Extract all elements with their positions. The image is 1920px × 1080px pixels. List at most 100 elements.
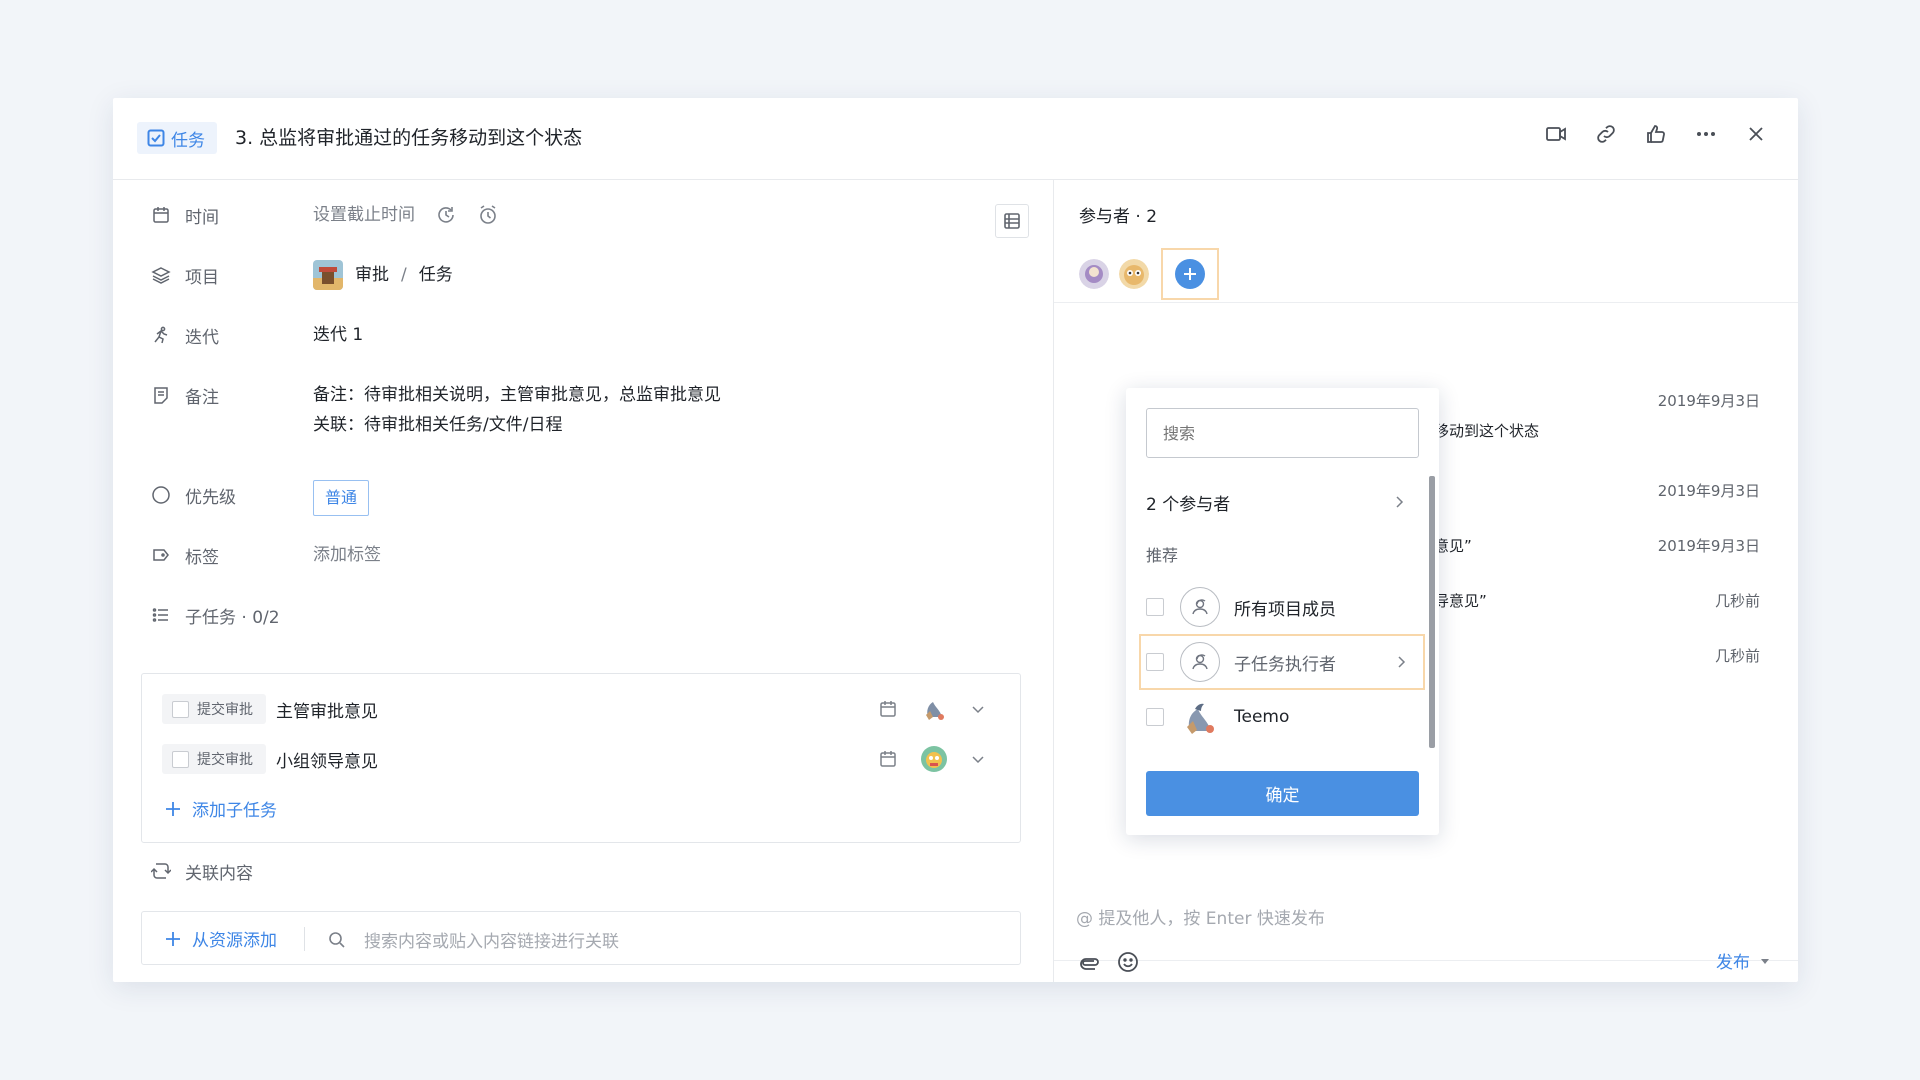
calendar-icon[interactable] bbox=[878, 699, 898, 719]
more-icon[interactable] bbox=[1694, 122, 1718, 146]
link-icon[interactable] bbox=[1594, 122, 1618, 146]
video-icon[interactable] bbox=[1544, 122, 1568, 146]
field-time-label: 时间 bbox=[185, 207, 219, 228]
option-name: Teemo bbox=[1234, 707, 1290, 727]
time-value-group: 设置截止时间 bbox=[313, 200, 499, 230]
add-from-resource-button[interactable]: 从资源添加 bbox=[164, 926, 277, 951]
field-subtasks-label: 子任务 · 0/2 bbox=[185, 607, 280, 628]
task-checkbox-icon bbox=[147, 129, 165, 147]
activity-date: 2019年9月3日 bbox=[1657, 482, 1760, 500]
attachment-icon[interactable] bbox=[1078, 950, 1102, 974]
chevron-right-icon[interactable] bbox=[1394, 655, 1408, 669]
project-list-link[interactable]: 任务 bbox=[419, 260, 453, 290]
caret-down-icon[interactable] bbox=[1760, 956, 1770, 966]
resource-search-input[interactable]: 搜索内容或贴入内容链接进行关联 bbox=[328, 927, 619, 952]
tag-icon bbox=[151, 545, 171, 565]
subtask-name[interactable]: 小组领导意见 bbox=[276, 747, 378, 772]
search-icon bbox=[328, 931, 346, 949]
set-deadline-button[interactable]: 设置截止时间 bbox=[313, 200, 415, 230]
field-project-label: 项目 bbox=[185, 267, 219, 288]
resource-search-placeholder: 搜索内容或贴入内容链接进行关联 bbox=[364, 932, 619, 952]
add-participant-highlight bbox=[1161, 248, 1219, 300]
project-name-link[interactable]: 审批 bbox=[355, 260, 389, 290]
confirm-button[interactable]: 确定 bbox=[1146, 771, 1419, 816]
layout-toggle-button[interactable] bbox=[995, 204, 1029, 238]
activity-text: 移动到这个状态 bbox=[1434, 422, 1540, 440]
participant-search-input[interactable] bbox=[1146, 408, 1419, 458]
note-value[interactable]: 备注：待审批相关说明，主管审批意见，总监审批意见 关联：待审批相关任务/文件/日… bbox=[313, 380, 721, 440]
related-icon bbox=[151, 861, 171, 881]
divider bbox=[1054, 302, 1798, 303]
plus-icon bbox=[164, 800, 182, 818]
field-subtasks: 子任务 · 0/2 bbox=[151, 600, 315, 630]
priority-tag[interactable]: 普通 bbox=[313, 480, 370, 516]
participant-avatar[interactable] bbox=[1119, 259, 1149, 289]
field-priority-label: 优先级 bbox=[185, 487, 236, 508]
list-icon bbox=[151, 605, 171, 625]
field-note: 备注 bbox=[151, 380, 315, 410]
field-time: 时间 bbox=[151, 200, 315, 230]
task-title[interactable]: 3. 总监将审批通过的任务移动到这个状态 bbox=[235, 124, 582, 152]
participant-avatars bbox=[1079, 248, 1219, 300]
activity-date: 2019年9月3日 bbox=[1657, 392, 1760, 410]
subtask-actions bbox=[878, 695, 986, 723]
thumbs-up-icon[interactable] bbox=[1644, 122, 1668, 146]
subtask-actions bbox=[878, 745, 986, 773]
option-user[interactable]: Teemo bbox=[1146, 696, 1408, 738]
chevron-right-icon bbox=[1392, 495, 1406, 509]
activity-text: 导意见” bbox=[1434, 592, 1487, 610]
subtask-checkbox[interactable] bbox=[172, 750, 189, 768]
subtask-checkbox[interactable] bbox=[172, 700, 189, 718]
publish-button[interactable]: 发布 bbox=[1716, 948, 1770, 973]
alarm-icon[interactable] bbox=[477, 204, 499, 226]
option-checkbox[interactable] bbox=[1146, 598, 1164, 616]
participant-avatar[interactable] bbox=[1079, 259, 1109, 289]
divider bbox=[304, 927, 305, 951]
resource-bar: 从资源添加 搜索内容或贴入内容链接进行关联 bbox=[141, 911, 1021, 965]
chevron-down-icon[interactable] bbox=[970, 701, 986, 717]
close-icon[interactable] bbox=[1744, 122, 1768, 146]
dialog-header: 任务 3. 总监将审批通过的任务移动到这个状态 bbox=[113, 98, 1798, 180]
emoji-icon[interactable] bbox=[1116, 950, 1140, 974]
subtask-name[interactable]: 主管审批意见 bbox=[276, 697, 378, 722]
field-note-label: 备注 bbox=[185, 387, 219, 408]
assignee-avatar[interactable] bbox=[920, 695, 948, 723]
circle-icon bbox=[151, 485, 171, 505]
comment-input[interactable]: @ 提及他人，按 Enter 快速发布 bbox=[1076, 904, 1325, 929]
field-related-label: 关联内容 bbox=[185, 863, 253, 884]
option-name: 所有项目成员 bbox=[1234, 599, 1336, 620]
group-icon bbox=[1180, 642, 1220, 682]
popover-scrollbar[interactable] bbox=[1429, 476, 1435, 748]
field-tag: 标签 bbox=[151, 540, 315, 570]
option-subtask-assignees[interactable]: 子任务执行者 bbox=[1146, 641, 1408, 683]
repeat-icon[interactable] bbox=[435, 204, 457, 226]
option-checkbox[interactable] bbox=[1146, 653, 1164, 671]
add-tag-button[interactable]: 添加标签 bbox=[313, 540, 381, 570]
option-checkbox[interactable] bbox=[1146, 708, 1164, 726]
option-all-members[interactable]: 所有项目成员 bbox=[1146, 586, 1408, 628]
iteration-value[interactable]: 迭代 1 bbox=[313, 320, 363, 350]
add-participant-button[interactable] bbox=[1175, 259, 1205, 289]
add-subtask-button[interactable]: 添加子任务 bbox=[164, 796, 277, 821]
task-detail-dialog: 任务 3. 总监将审批通过的任务移动到这个状态 时间 设置截止时间 项目 审批 … bbox=[113, 98, 1798, 982]
user-avatar bbox=[1180, 697, 1220, 737]
field-tag-label: 标签 bbox=[185, 547, 219, 568]
chevron-down-icon[interactable] bbox=[970, 751, 986, 767]
task-type-badge[interactable]: 任务 bbox=[137, 122, 217, 154]
assignee-avatar[interactable] bbox=[920, 745, 948, 773]
add-subtask-label: 添加子任务 bbox=[192, 801, 277, 821]
calendar-icon bbox=[151, 205, 171, 225]
selected-participants-row[interactable]: 2 个参与者 bbox=[1146, 490, 1406, 515]
activity-date: 几秒前 bbox=[1714, 647, 1760, 665]
calendar-icon[interactable] bbox=[878, 749, 898, 769]
activity-date: 2019年9月3日 bbox=[1657, 537, 1760, 555]
project-value-group: 审批 / 任务 bbox=[313, 260, 453, 290]
comment-tools bbox=[1078, 950, 1140, 974]
project-separator: / bbox=[401, 265, 407, 285]
project-avatar bbox=[313, 260, 343, 290]
subtask-status[interactable]: 提交审批 bbox=[162, 744, 266, 774]
field-iteration: 迭代 bbox=[151, 320, 315, 350]
subtask-status[interactable]: 提交审批 bbox=[162, 694, 266, 724]
header-actions bbox=[1544, 122, 1768, 146]
subtask-status-label: 提交审批 bbox=[197, 702, 253, 718]
